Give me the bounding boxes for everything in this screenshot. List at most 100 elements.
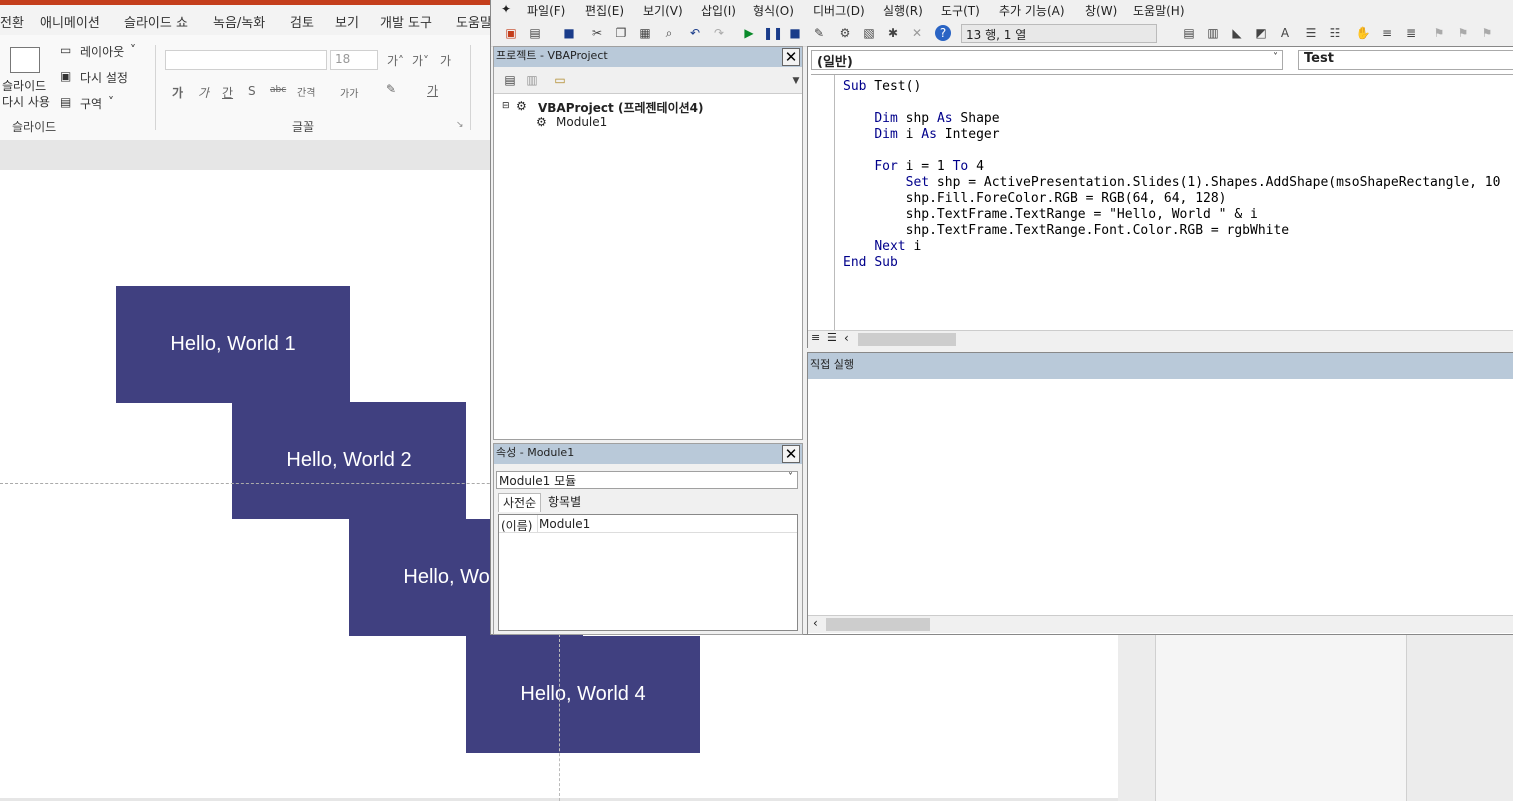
- font-color-button[interactable]: 가: [427, 82, 438, 99]
- code-line[interactable]: Dim i As Integer: [843, 127, 999, 142]
- menu-help[interactable]: 도움말(H): [1133, 2, 1185, 19]
- comment-block-icon[interactable]: ≡: [1379, 25, 1395, 41]
- shrink-font-button[interactable]: 가˅: [412, 52, 429, 69]
- redo-icon[interactable]: ↷: [711, 25, 727, 41]
- underline-button[interactable]: 간: [222, 84, 233, 101]
- shape-rectangle-2[interactable]: Hello, World 2: [232, 402, 466, 519]
- char-spacing-button[interactable]: 간격: [297, 84, 315, 99]
- object-combo[interactable]: (일반) ˅: [811, 50, 1283, 70]
- code-line[interactable]: shp.TextFrame.TextRange = "Hello, World …: [843, 207, 1258, 222]
- break-icon[interactable]: ❚❚: [763, 25, 783, 41]
- grow-font-button[interactable]: 가˄: [387, 52, 404, 69]
- scroll-left-icon[interactable]: ‹: [844, 331, 849, 345]
- menu-edit[interactable]: 편집(E): [585, 2, 624, 19]
- tab-developer[interactable]: 개발 도구: [380, 12, 432, 31]
- code-line[interactable]: Set shp = ActivePresentation.Slides(1).S…: [843, 175, 1501, 190]
- design-mode-icon[interactable]: ✎: [811, 25, 827, 41]
- menu-tools[interactable]: 도구(T): [941, 2, 980, 19]
- undo-icon[interactable]: ↶: [687, 25, 703, 41]
- code-line[interactable]: Next i: [843, 239, 921, 254]
- tab-view[interactable]: 보기: [335, 12, 359, 31]
- tab-transitions[interactable]: 전환: [0, 12, 24, 31]
- tab-help[interactable]: 도움말: [456, 12, 492, 31]
- uncomment-block-icon[interactable]: ≣: [1403, 25, 1419, 41]
- procedure-combo[interactable]: Test: [1298, 50, 1513, 70]
- collapse-icon[interactable]: ⊟: [502, 101, 510, 111]
- object-browser-icon[interactable]: ✱: [885, 25, 901, 41]
- tab-slideshow[interactable]: 슬라이드 쇼: [124, 12, 188, 31]
- quick-info-icon[interactable]: ◣: [1229, 25, 1245, 41]
- view-object-icon[interactable]: ▥: [524, 72, 540, 88]
- bold-button[interactable]: 가: [172, 84, 183, 101]
- folder-icon[interactable]: ▭: [552, 72, 568, 88]
- scroll-down-icon[interactable]: ▼: [788, 73, 804, 89]
- view-code-icon[interactable]: ▤: [502, 72, 518, 88]
- tab-categorized[interactable]: 항목별: [544, 493, 585, 511]
- indent-icon[interactable]: ☰: [1303, 25, 1319, 41]
- horizontal-scrollbar[interactable]: ‹: [808, 615, 1513, 633]
- menu-window[interactable]: 창(W): [1085, 2, 1117, 19]
- shape-rectangle-1[interactable]: Hello, World 1: [116, 286, 350, 403]
- object-selector[interactable]: Module1 모듈 ˅: [496, 471, 798, 489]
- project-explorer-icon[interactable]: ⚙: [837, 25, 853, 41]
- scrollbar-thumb[interactable]: [826, 618, 930, 631]
- module-item[interactable]: Module1: [556, 115, 607, 129]
- list-properties-icon[interactable]: ▤: [1181, 25, 1197, 41]
- reset-icon[interactable]: ■: [787, 25, 803, 41]
- tab-record[interactable]: 녹음/녹화: [213, 12, 265, 31]
- properties-icon[interactable]: ▧: [861, 25, 877, 41]
- change-case-button[interactable]: 가가: [340, 85, 358, 100]
- code-line[interactable]: Sub Test(): [843, 79, 921, 94]
- bookmark-icon[interactable]: ⚑: [1431, 25, 1447, 41]
- scrollbar-thumb[interactable]: [858, 333, 956, 346]
- section-button[interactable]: 구역: [80, 95, 102, 112]
- param-info-icon[interactable]: ◩: [1253, 25, 1269, 41]
- next-bookmark-icon[interactable]: ⚑: [1455, 25, 1471, 41]
- close-icon[interactable]: ✕: [782, 48, 800, 66]
- code-line[interactable]: shp.TextFrame.TextRange.Font.Color.RGB =…: [843, 223, 1290, 238]
- dialog-launcher-icon[interactable]: ↘: [456, 120, 464, 130]
- outdent-icon[interactable]: ☷: [1327, 25, 1343, 41]
- tab-animations[interactable]: 애니메이션: [40, 12, 100, 31]
- highlight-icon[interactable]: ✎: [386, 82, 396, 96]
- strikethrough-button[interactable]: abc: [270, 85, 286, 95]
- code-line[interactable]: shp.Fill.ForeColor.RGB = RGB(64, 64, 128…: [843, 191, 1227, 206]
- property-value[interactable]: Module1: [539, 517, 590, 531]
- immediate-input[interactable]: [808, 379, 1513, 615]
- reset-button[interactable]: 다시 설정: [80, 69, 128, 86]
- menu-insert[interactable]: 삽입(I): [701, 2, 736, 19]
- find-icon[interactable]: ⌕: [661, 25, 677, 41]
- italic-button[interactable]: 가: [198, 84, 209, 101]
- prev-bookmark-icon[interactable]: ⚑: [1479, 25, 1495, 41]
- full-module-view-icon[interactable]: ☰: [827, 331, 837, 344]
- reuse-slides-label2[interactable]: 다시 사용: [2, 93, 50, 110]
- toggle-breakpoint-icon[interactable]: ✋: [1355, 25, 1371, 41]
- code-editor[interactable]: Sub Test() Dim shp As Shape Dim i As Int…: [811, 74, 1513, 331]
- copy-icon[interactable]: ❐: [613, 25, 629, 41]
- menu-run[interactable]: 실행(R): [883, 2, 923, 19]
- tab-review[interactable]: 검토: [290, 12, 314, 31]
- menu-debug[interactable]: 디버그(D): [813, 2, 865, 19]
- code-line[interactable]: For i = 1 To 4: [843, 159, 984, 174]
- menu-addins[interactable]: 추가 기능(A): [999, 2, 1065, 19]
- procedure-view-icon[interactable]: ≡: [811, 331, 820, 344]
- shadow-button[interactable]: S: [248, 84, 256, 98]
- project-root[interactable]: VBAProject (프레젠테이션4): [538, 99, 704, 116]
- complete-word-icon[interactable]: A: [1277, 25, 1293, 41]
- clear-format-button[interactable]: 가: [440, 52, 451, 69]
- font-name-combo[interactable]: [165, 50, 327, 70]
- code-line[interactable]: End Sub: [843, 255, 898, 270]
- code-line[interactable]: Dim shp As Shape: [843, 111, 999, 126]
- reuse-slides-icon[interactable]: [10, 47, 40, 73]
- insert-module-icon[interactable]: ▤: [527, 25, 543, 41]
- menu-file[interactable]: 파일(F): [527, 2, 565, 19]
- close-icon[interactable]: ✕: [782, 445, 800, 463]
- save-icon[interactable]: ■: [561, 25, 577, 41]
- list-constants-icon[interactable]: ▥: [1205, 25, 1221, 41]
- toolbox-icon[interactable]: ✕: [909, 25, 925, 41]
- run-icon[interactable]: ▶: [741, 25, 757, 41]
- reuse-slides-label1[interactable]: 슬라이드: [2, 77, 46, 94]
- cut-icon[interactable]: ✂: [589, 25, 605, 41]
- menu-view[interactable]: 보기(V): [643, 2, 683, 19]
- paste-icon[interactable]: ▦: [637, 25, 653, 41]
